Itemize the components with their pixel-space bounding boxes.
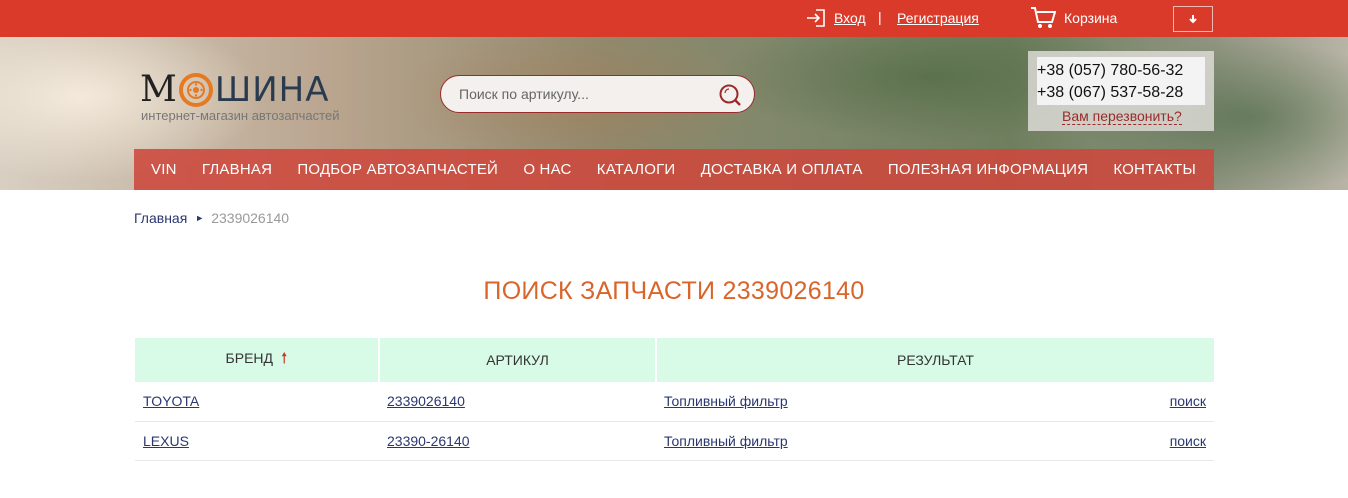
result-link[interactable]: Топливный фильтр	[664, 433, 788, 449]
phone-number-2[interactable]: +38 (067) 537-58-28	[1037, 84, 1207, 102]
breadcrumb-home-link[interactable]: Главная	[134, 210, 187, 226]
logo-shina: ШИНА	[214, 69, 330, 110]
table-row: LEXUS 23390-26140 Топливный фильтр поиск	[135, 421, 1214, 461]
column-header-article: АРТИКУЛ	[379, 338, 657, 382]
brand-header-label: БРЕНД	[225, 349, 274, 366]
results-table: БРЕНД 🠕 АРТИКУЛ РЕЗУЛЬТАТ TOYOTA 23390261…	[135, 338, 1214, 461]
cell-brand: TOYOTA	[135, 382, 379, 422]
site-logo[interactable]: М ШИНА интернет-магазин автозапчастей	[140, 69, 339, 123]
logo-text: М ШИНА	[140, 69, 339, 110]
nav-item-useful-info[interactable]: ПОЛЕЗНАЯ ИНФОРМАЦИЯ	[888, 161, 1088, 178]
article-link[interactable]: 2339026140	[387, 393, 465, 409]
search-action-link[interactable]: поиск	[1170, 433, 1206, 449]
result-cell-content: Топливный фильтр поиск	[664, 393, 1206, 409]
cell-brand: LEXUS	[135, 421, 379, 461]
search-icon[interactable]	[718, 83, 742, 107]
cell-result: Топливный фильтр поиск	[656, 421, 1214, 461]
topbar-separator: |	[878, 9, 882, 25]
nav-item-delivery[interactable]: ДОСТАВКА И ОПЛАТА	[701, 161, 863, 178]
cart-label: Корзина	[1064, 10, 1118, 26]
table-row: TOYOTA 2339026140 Топливный фильтр поиск	[135, 382, 1214, 422]
nav-item-parts-selection[interactable]: ПОДБОР АВТОЗАПЧАСТЕЙ	[297, 161, 498, 178]
brand-link[interactable]: LEXUS	[143, 433, 189, 449]
search-input[interactable]	[459, 86, 709, 102]
phones-block: +38 (057) 780-56-32 +38 (067) 537-58-28 …	[1028, 51, 1214, 131]
result-cell-content: Топливный фильтр поиск	[664, 433, 1206, 449]
article-link[interactable]: 23390-26140	[387, 433, 470, 449]
topbar-dropdown-button[interactable]	[1173, 6, 1213, 32]
nav-item-contacts[interactable]: КОНТАКТЫ	[1113, 161, 1196, 178]
search-box	[440, 75, 755, 113]
search-action-link[interactable]: поиск	[1170, 393, 1206, 409]
breadcrumb: Главная ► 2339026140	[134, 210, 289, 226]
column-header-brand[interactable]: БРЕНД 🠕	[135, 338, 380, 382]
login-link-wrap[interactable]: Вход	[806, 9, 866, 27]
brand-link[interactable]: TOYOTA	[143, 393, 199, 409]
column-header-result: РЕЗУЛЬТАТ	[656, 338, 1214, 382]
table-header-row: БРЕНД 🠕 АРТИКУЛ РЕЗУЛЬТАТ	[135, 338, 1214, 382]
result-link[interactable]: Топливный фильтр	[664, 393, 788, 409]
nav-item-catalogs[interactable]: КАТАЛОГИ	[597, 161, 676, 178]
login-link[interactable]: Вход	[834, 10, 866, 26]
nav-item-home[interactable]: ГЛАВНАЯ	[202, 161, 272, 178]
cell-article: 23390-26140	[379, 421, 656, 461]
nav-item-about[interactable]: О НАС	[523, 161, 571, 178]
login-icon	[807, 9, 825, 27]
sort-arrow-up-icon: 🠕	[281, 349, 288, 367]
header-banner: М ШИНА интернет-магазин автозапчастей +3…	[0, 37, 1348, 190]
cart-link[interactable]: Корзина	[1030, 6, 1117, 30]
cart-icon	[1031, 7, 1056, 28]
main-nav: VIN ГЛАВНАЯ ПОДБОР АВТОЗАПЧАСТЕЙ О НАС К…	[134, 149, 1214, 190]
arrow-down-icon	[1189, 15, 1197, 24]
cell-result: Топливный фильтр поиск	[656, 382, 1214, 422]
phone-number-1[interactable]: +38 (057) 780-56-32	[1037, 62, 1207, 80]
breadcrumb-current: 2339026140	[211, 210, 290, 226]
logo-letter-m: М	[140, 69, 177, 110]
breadcrumb-arrow-icon: ►	[195, 213, 205, 223]
wheel-logo-icon	[178, 72, 213, 107]
nav-item-vin[interactable]: VIN	[151, 161, 177, 178]
logo-subtitle: интернет-магазин автозапчастей	[141, 108, 340, 123]
callback-link[interactable]: Вам перезвонить?	[1062, 109, 1182, 125]
register-link[interactable]: Регистрация	[897, 10, 979, 26]
top-bar: Вход | Регистрация Корзина	[0, 0, 1348, 37]
cell-article: 2339026140	[379, 382, 656, 422]
page-title: ПОИСК ЗАПЧАСТИ 2339026140	[483, 277, 865, 305]
